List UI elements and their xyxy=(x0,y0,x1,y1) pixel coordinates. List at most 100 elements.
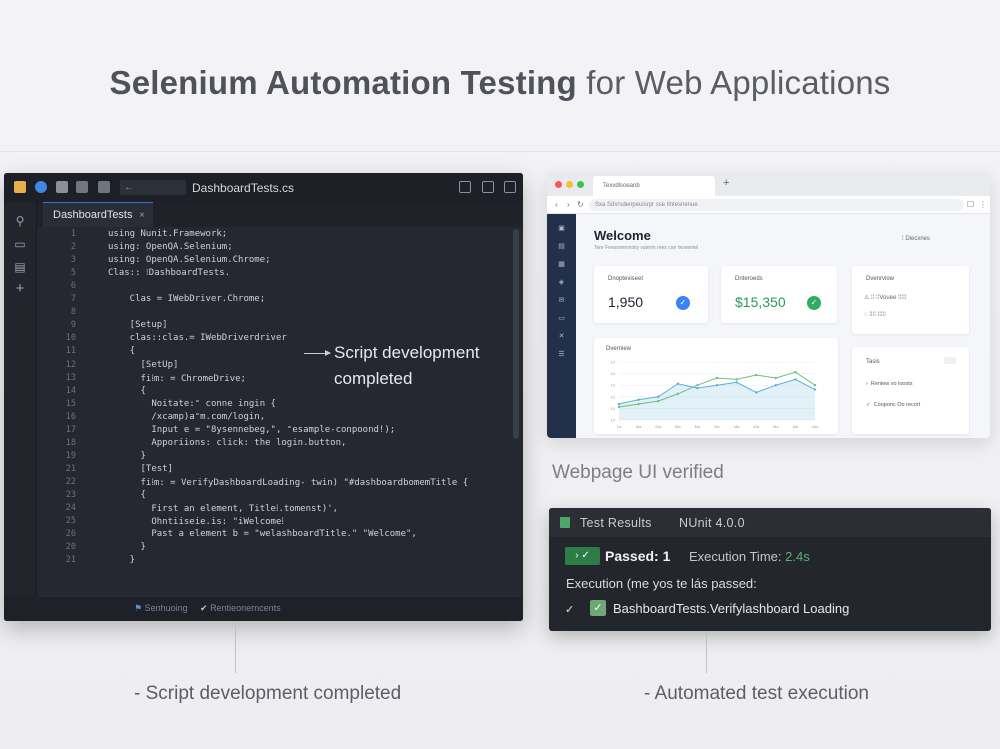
code-line[interactable]: { xyxy=(108,490,146,500)
tasks-menu-icon[interactable] xyxy=(944,357,956,364)
reload-icon[interactable]: ↻ xyxy=(577,200,584,209)
sidebar-list-icon[interactable]: ☰ xyxy=(557,350,566,358)
search-input[interactable]: ← xyxy=(120,180,186,195)
chart-point-series-1[interactable] xyxy=(696,384,699,387)
chart-point-series-1[interactable] xyxy=(637,402,640,406)
code-line[interactable]: fi⁞m: = VerifyDashboardLoading- twin) "#… xyxy=(108,477,469,488)
home-icon[interactable] xyxy=(98,181,110,193)
chart-point-series-0[interactable] xyxy=(715,384,719,387)
sidebar-monitor-icon[interactable]: ▭ xyxy=(557,314,566,322)
dashboard-filter[interactable]: ⁞ Diecxnes xyxy=(902,236,930,242)
overview-card: Dvenrviow ⚠ ⁞⁞ ⁞⁞Vouee ⁞⁞⁞⁞⁞ ◌ ⁞⁞⁞⁞ ⁞⁞⁞⁞… xyxy=(852,266,969,334)
chart-point-series-1[interactable] xyxy=(794,370,797,374)
url-input[interactable]: Sxa Sdxrsdenpeuisrpr sse Ilntesnenue xyxy=(589,199,964,211)
code-line[interactable]: } xyxy=(108,542,146,552)
editor-scrollbar[interactable] xyxy=(513,229,519,439)
sidebar-data-icon[interactable]: ▦ xyxy=(557,260,566,268)
code-line[interactable]: Apporiions: click: the login.button, xyxy=(108,438,346,448)
dashboard-main: Welcome Tenr Feesomenniniy vaterm rees c… xyxy=(576,214,990,438)
test-results-title: Test Results xyxy=(580,516,652,530)
files-icon[interactable]: ▤ xyxy=(13,260,27,274)
code-line[interactable]: /xcamp)a⁼m.com/login, xyxy=(108,412,265,422)
layout-icon[interactable] xyxy=(459,181,471,193)
chart-point-series-0[interactable] xyxy=(696,386,699,390)
code-line[interactable]: Clas = IWebDriver.Chrome; xyxy=(108,294,265,304)
code-line[interactable]: First an element, Title⁞.tomenst)', xyxy=(108,503,338,514)
status-debug[interactable]: ⚑ Senhuoing xyxy=(134,603,188,614)
chart-point-series-0[interactable] xyxy=(657,395,660,398)
image-icon[interactable] xyxy=(76,181,88,193)
bookmark-icon[interactable]: ☐ xyxy=(967,200,974,209)
chart-point-series-1[interactable] xyxy=(657,399,660,403)
code-line[interactable]: Past a element b = "welashboardTitle." "… xyxy=(108,529,417,539)
add-icon[interactable]: + xyxy=(13,281,27,296)
sidebar-mail-icon[interactable]: ✉ xyxy=(557,296,566,304)
chart-point-series-0[interactable] xyxy=(637,398,640,401)
test-name[interactable]: BashboardTests.Verifylashboard Loading xyxy=(613,601,849,616)
chart-point-series-0[interactable] xyxy=(755,391,758,394)
sidebar-tag-icon[interactable]: ◈ xyxy=(557,278,566,286)
code-line[interactable]: clas::clas.= IWebDriverdriver xyxy=(108,333,287,343)
maximize-window-icon[interactable] xyxy=(577,181,584,188)
check-icon: ✓ xyxy=(807,296,821,310)
code-line[interactable]: { xyxy=(108,386,146,396)
chart-point-series-0[interactable] xyxy=(813,388,817,391)
chart-point-series-1[interactable] xyxy=(735,378,738,381)
line-number: 21 xyxy=(65,463,76,474)
back-icon[interactable]: ‹ xyxy=(555,200,558,209)
chart-point-series-0[interactable] xyxy=(794,378,797,381)
sidebar-reports-icon[interactable]: ▤ xyxy=(557,242,566,250)
code-line[interactable]: } xyxy=(108,451,146,461)
browser-tab[interactable]: Texvdlsoeanb xyxy=(593,176,715,196)
code-line[interactable]: fi⁞m: = ChromeDrive; xyxy=(108,373,246,384)
code-line[interactable]: Input e = "8ysennebeg,", ⁼esample-conpoo… xyxy=(108,425,395,435)
passed-badge[interactable]: › ✓ xyxy=(565,547,600,565)
code-line[interactable]: Noitate:⁼ conne ingin { xyxy=(108,399,276,409)
menu-icon[interactable]: ⋮ xyxy=(979,200,987,209)
chart-point-series-0[interactable] xyxy=(617,402,621,406)
code-line[interactable]: [SetUp] xyxy=(108,360,179,370)
sidebar-home-icon[interactable]: ▣ xyxy=(557,224,566,232)
line-number: 2 xyxy=(70,242,76,253)
minimize-window-icon[interactable] xyxy=(566,181,573,188)
code-line[interactable]: Clas:: ⁝DashboardTests. xyxy=(108,268,230,278)
chart-point-series-1[interactable] xyxy=(676,392,679,396)
chart-point-series-1[interactable] xyxy=(617,405,621,409)
explorer-icon[interactable]: ▭ xyxy=(13,237,27,251)
task-item[interactable]: › Renlew vo loosts xyxy=(866,381,912,387)
task-item[interactable]: ✓ Cooponc Oo recort xyxy=(866,402,920,408)
vs-icon[interactable] xyxy=(35,181,47,193)
code-line[interactable]: using: OpenQA.Selenium; xyxy=(108,242,233,252)
code-line[interactable]: [Test] xyxy=(108,464,174,474)
chart-point-series-1[interactable] xyxy=(774,376,777,380)
source-control-icon[interactable]: ⚲ xyxy=(13,214,27,228)
test-checkbox[interactable]: ✓ xyxy=(590,600,606,616)
sidebar-tools-icon[interactable]: ✕ xyxy=(557,332,566,340)
code-line[interactable]: using: OpenQA.Selenium.Chrome; xyxy=(108,255,271,265)
code-line[interactable]: using Nunit.Framework; xyxy=(108,229,227,239)
stat-card-visitors[interactable]: Dnopteviseet 1,950 ✓ xyxy=(594,266,708,323)
stat-card-revenue[interactable]: Dnteroeds $15,350 ✓ xyxy=(721,266,837,323)
chart-point-series-1[interactable] xyxy=(715,376,719,380)
code-line[interactable]: [Setup] xyxy=(108,320,168,330)
wrench-icon[interactable] xyxy=(56,181,68,193)
forward-icon[interactable]: › xyxy=(567,200,570,209)
split-icon[interactable] xyxy=(482,181,494,193)
code-line[interactable]: Ohntiiseie.is: "iWelcome⁞ xyxy=(108,516,284,527)
chart-point-series-0[interactable] xyxy=(774,384,777,387)
check-icon: ✓ xyxy=(676,296,690,310)
settings-icon[interactable] xyxy=(504,181,516,193)
close-window-icon[interactable] xyxy=(555,181,562,188)
tab-dashboardtests[interactable]: DashboardTests × xyxy=(43,202,153,227)
new-tab-icon[interactable]: + xyxy=(723,177,729,189)
chart-point-series-1[interactable] xyxy=(755,373,758,377)
chart-point-series-0[interactable] xyxy=(735,381,738,384)
chart-point-series-0[interactable] xyxy=(676,382,679,385)
chart-y-tick: 10 xyxy=(611,406,616,411)
code-line[interactable]: { xyxy=(108,346,135,356)
status-branch[interactable]: ✔ Rentieonerncents xyxy=(200,603,281,614)
code-editor[interactable]: 1 using Nunit.Framework; 2 using: OpenQA.Se… xyxy=(44,229,514,599)
chart-point-series-1[interactable] xyxy=(813,384,817,387)
close-icon[interactable]: × xyxy=(139,203,145,228)
code-line[interactable]: } xyxy=(108,555,135,565)
